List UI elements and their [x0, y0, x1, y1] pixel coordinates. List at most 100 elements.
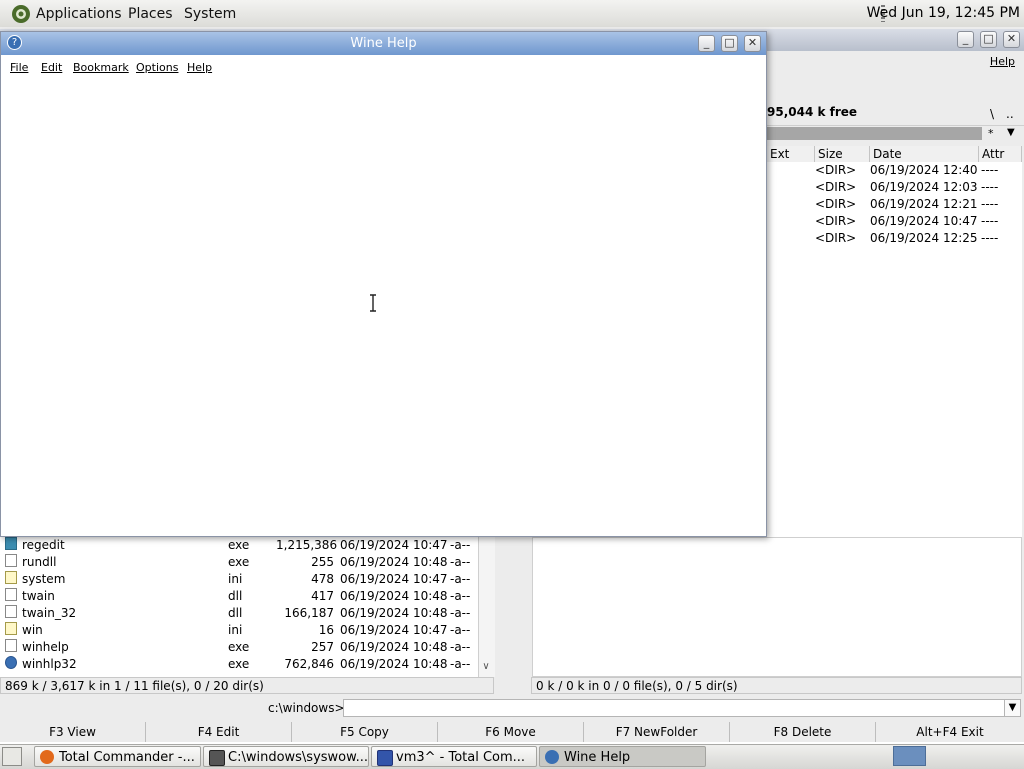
command-line-input[interactable]	[343, 699, 1006, 717]
list-item[interactable]: <DIR> 06/19/2024 12:03 ----	[767, 179, 1022, 196]
menu-help[interactable]: Help	[187, 61, 212, 74]
maximize-button[interactable]: □	[980, 31, 997, 48]
root-dir-button[interactable]: \	[990, 107, 994, 121]
wine-help-window: ? Wine Help _ □ ✕ File Edit Bookmark Opt…	[0, 31, 767, 537]
show-desktop-icon[interactable]	[2, 747, 22, 766]
file-size: 478	[311, 572, 334, 586]
menu-options[interactable]: Options	[136, 61, 178, 74]
file-name: twain_32	[22, 606, 77, 620]
archive-icon	[209, 750, 225, 766]
file-name: winhelp	[22, 640, 69, 654]
tc-help-menu[interactable]: Help	[990, 55, 1015, 68]
col-size[interactable]: Size	[815, 146, 870, 162]
file-attr: -a--	[450, 572, 471, 586]
help-file-icon	[5, 656, 17, 669]
item-attr: ----	[981, 231, 999, 245]
file-icon	[5, 588, 17, 601]
minimize-button[interactable]: _	[957, 31, 974, 48]
file-size: 417	[311, 589, 334, 603]
menu-bookmark[interactable]: Bookmark	[73, 61, 129, 74]
f8-delete-button[interactable]: F8 Delete	[730, 722, 876, 742]
table-row[interactable]: rundll exe 255 06/19/2024 10:48 -a--	[0, 554, 478, 571]
close-button[interactable]: ✕	[744, 35, 761, 52]
table-row[interactable]: system ini 478 06/19/2024 10:47 -a--	[0, 571, 478, 588]
col-date[interactable]: Date	[870, 146, 979, 162]
left-scrollbar[interactable]	[478, 537, 495, 677]
clock[interactable]: Wed Jun 19, 12:45 PM	[867, 5, 1020, 21]
wine-help-titlebar[interactable]: ? Wine Help _ □ ✕	[1, 32, 766, 55]
col-ext[interactable]: Ext	[767, 146, 815, 162]
task-wine-help[interactable]: Wine Help	[539, 746, 706, 767]
table-row[interactable]: winhlp32 exe 762,846 06/19/2024 10:48 -a…	[0, 656, 478, 673]
file-ext: exe	[228, 657, 250, 671]
exit-button[interactable]: Alt+F4 Exit	[876, 722, 1024, 742]
file-name: twain	[22, 589, 55, 603]
item-attr: ----	[981, 197, 999, 211]
maximize-button[interactable]: □	[721, 35, 738, 52]
list-item[interactable]: <DIR> 06/19/2024 12:21 ----	[767, 196, 1022, 213]
table-row[interactable]: win ini 16 06/19/2024 10:47 -a--	[0, 622, 478, 639]
minimize-button[interactable]: _	[698, 35, 715, 52]
ini-file-icon	[5, 622, 17, 635]
file-date: 06/19/2024 10:47	[340, 572, 448, 586]
item-date: 06/19/2024 12:40	[870, 163, 978, 177]
f4-edit-button[interactable]: F4 Edit	[146, 722, 292, 742]
task-syswow[interactable]: C:\windows\syswow...	[203, 746, 369, 767]
table-row[interactable]: winhelp exe 257 06/19/2024 10:48 -a--	[0, 639, 478, 656]
task-label: vm3^ - Total Com...	[396, 750, 526, 765]
file-name: win	[22, 623, 43, 637]
workspace-switcher[interactable]	[893, 746, 926, 766]
file-attr: -a--	[450, 589, 471, 603]
applications-menu[interactable]: Applications	[36, 6, 122, 22]
chevron-down-icon[interactable]: ▼	[1007, 127, 1015, 138]
help-icon	[545, 750, 559, 764]
save-disk-icon	[377, 750, 393, 766]
top-panel: Applications Places System Wed Jun 19, 1…	[0, 0, 1024, 28]
places-menu[interactable]: Places	[128, 6, 173, 22]
file-size: 255	[311, 555, 334, 569]
file-size: 1,215,386	[276, 538, 338, 552]
col-attr[interactable]: Attr	[979, 146, 1022, 162]
file-name: rundll	[22, 555, 57, 569]
help-content-area[interactable]	[1, 78, 766, 536]
list-item[interactable]: <DIR> 06/19/2024 12:40 ----	[767, 162, 1022, 179]
file-attr: -a--	[450, 555, 471, 569]
left-file-list[interactable]: regedit exe 1,215,386 06/19/2024 10:47 -…	[0, 537, 478, 677]
filter-value[interactable]: *	[988, 127, 994, 140]
file-ext: dll	[228, 589, 243, 603]
f5-copy-button[interactable]: F5 Copy	[292, 722, 438, 742]
wine-help-menubar: File Edit Bookmark Options Help	[1, 56, 766, 78]
panel-divider[interactable]	[495, 537, 531, 677]
task-vm3[interactable]: vm3^ - Total Com...	[371, 746, 537, 767]
item-size: <DIR>	[815, 231, 857, 245]
f3-view-button[interactable]: F3 View	[0, 722, 146, 742]
table-row[interactable]: regedit exe 1,215,386 06/19/2024 10:47 -…	[0, 537, 478, 554]
file-ext: ini	[228, 572, 243, 586]
close-button[interactable]: ✕	[1003, 31, 1020, 48]
file-attr: -a--	[450, 606, 471, 620]
right-path-bar[interactable]	[767, 127, 982, 140]
tc-menubar	[768, 52, 1024, 70]
f6-move-button[interactable]: F6 Move	[438, 722, 584, 742]
menu-edit[interactable]: Edit	[41, 61, 62, 74]
file-icon	[5, 554, 17, 567]
menu-file[interactable]: File	[10, 61, 28, 74]
table-row[interactable]: twain_32 dll 166,187 06/19/2024 10:48 -a…	[0, 605, 478, 622]
gnome-foot-icon[interactable]	[10, 3, 32, 25]
parent-dir-button[interactable]: ..	[1006, 107, 1014, 121]
list-item[interactable]: <DIR> 06/19/2024 10:47 ----	[767, 213, 1022, 230]
task-total-commander[interactable]: Total Commander -...	[34, 746, 201, 767]
task-label: Wine Help	[564, 750, 631, 765]
right-list-lower[interactable]	[532, 537, 1022, 677]
system-menu[interactable]: System	[184, 6, 236, 22]
help-icon[interactable]: ?	[7, 35, 22, 50]
f7-newfolder-button[interactable]: F7 NewFolder	[584, 722, 730, 742]
list-item[interactable]: <DIR> 06/19/2024 12:25 ----	[767, 230, 1022, 247]
file-ext: dll	[228, 606, 243, 620]
task-label: Total Commander -...	[59, 750, 195, 765]
chevron-down-icon[interactable]: ▼	[1004, 699, 1021, 717]
table-row[interactable]: twain dll 417 06/19/2024 10:48 -a--	[0, 588, 478, 605]
file-size: 166,187	[284, 606, 334, 620]
file-icon	[5, 639, 17, 652]
scroll-down-icon[interactable]: ∨	[478, 658, 494, 675]
